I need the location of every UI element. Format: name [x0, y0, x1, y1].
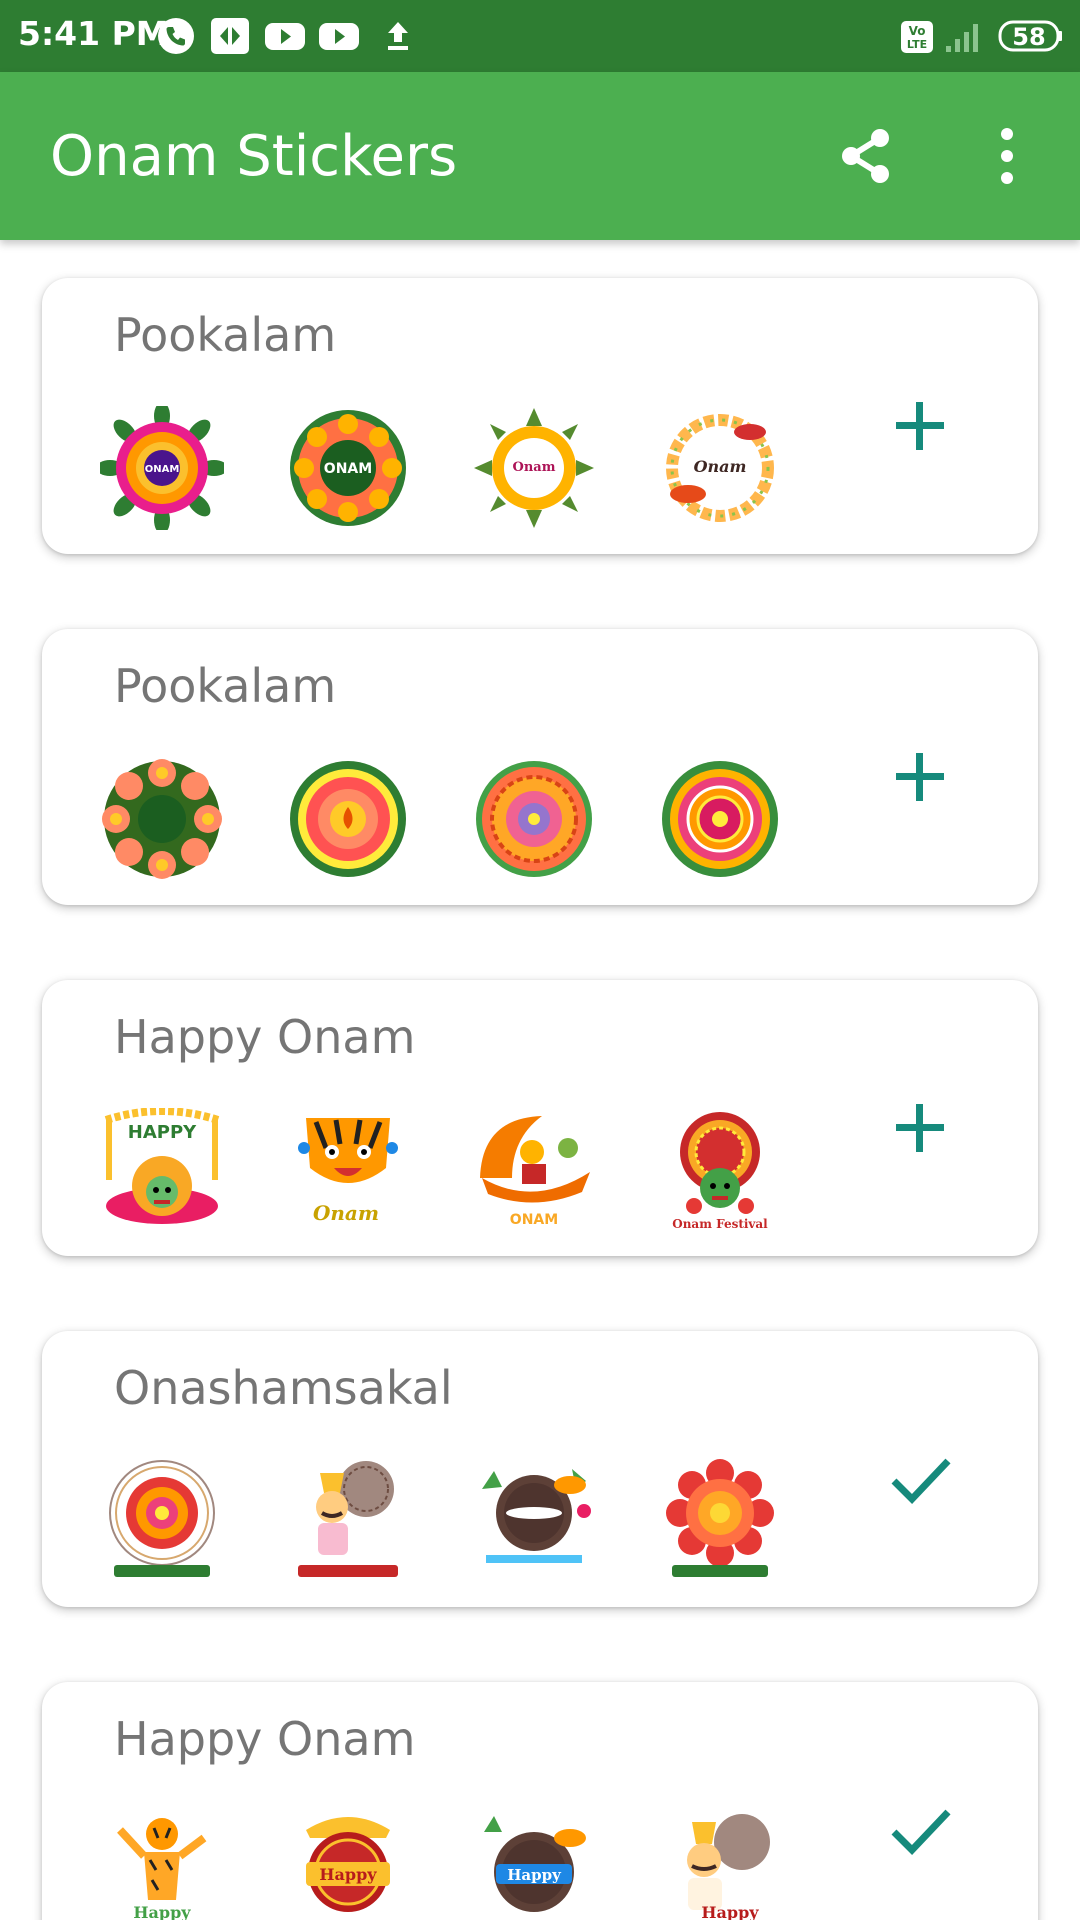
youtube-icon — [319, 23, 359, 50]
more-vert-icon[interactable] — [990, 124, 1024, 188]
happy-onam-boat-sticker: ONAM — [480, 1116, 590, 1228]
battery-icon: 58 — [998, 20, 1062, 52]
happy-onam-boat-sticker: Happy — [484, 1816, 586, 1912]
svg-text:Onam Festival: Onam Festival — [672, 1217, 768, 1231]
signal-icon — [946, 24, 978, 52]
svg-text:Onam: Onam — [694, 457, 747, 476]
svg-text:HAPPY: HAPPY — [128, 1122, 197, 1143]
happy-onam-puli-sticker: Happy — [117, 1818, 207, 1920]
onam-festival-kathakali-sticker: Onam Festival — [672, 1112, 768, 1231]
happy-onam-tiger-sticker: Onam — [298, 1118, 398, 1225]
svg-text:LTE: LTE — [907, 38, 927, 51]
pack-name: Onashamsakal — [114, 1361, 453, 1415]
pookalam-onam-festival-sticker: Onam — [474, 408, 594, 528]
pack-name: Happy Onam — [114, 1712, 416, 1766]
share-icon[interactable] — [834, 124, 898, 188]
onashamsakal-flower-sticker — [109, 1460, 215, 1577]
pack-name: Pookalam — [114, 308, 337, 362]
happy-onam-kathakali-sticker: HAPPY — [104, 1108, 220, 1224]
sticker-pack-list[interactable]: Pookalam ONAM ONAM Onam Onam Pookalam Ha… — [0, 240, 1080, 1920]
onashamsakal-maveli-sticker — [298, 1461, 398, 1577]
status-time: 5:41 PM — [18, 14, 169, 53]
svg-text:Happy: Happy — [319, 1865, 377, 1884]
onam-festival-wreath-sticker: Onam — [666, 414, 774, 522]
status-bar: 5:41 PM Vo LTE 58 — [0, 0, 1080, 72]
onashamsakal-red-flower-sticker — [666, 1459, 774, 1577]
plus-icon[interactable] — [882, 1090, 958, 1166]
svg-text:ONAM: ONAM — [324, 461, 372, 477]
pookalam-onam-sticker: ONAM — [290, 410, 406, 526]
svg-text:Happy: Happy — [133, 1903, 191, 1920]
pack-name: Happy Onam — [114, 1010, 416, 1064]
app-title: Onam Stickers — [50, 124, 458, 189]
app-bar: Onam Stickers — [0, 72, 1080, 240]
battery-level: 58 — [1012, 23, 1045, 51]
pookalam-lamp-sticker — [290, 761, 406, 877]
pookalam-pink-sticker — [662, 761, 778, 877]
svg-text:Happy: Happy — [701, 1903, 759, 1920]
youtube-icon — [265, 23, 305, 50]
plus-icon[interactable] — [882, 388, 958, 464]
pookalam-mandala-sticker — [476, 761, 592, 877]
svg-text:Onam: Onam — [513, 460, 556, 475]
svg-text:ONAM: ONAM — [510, 1212, 558, 1228]
check-icon[interactable] — [882, 1792, 958, 1868]
phone-call-icon — [158, 18, 194, 54]
onashamsakal-pot-sticker — [482, 1469, 591, 1563]
plus-icon[interactable] — [882, 739, 958, 815]
sticker-pack-card[interactable]: Happy Onam Happy Happy Happy Happy — [42, 1682, 1038, 1920]
pookalam-happy-onam-sticker: ONAM — [100, 406, 224, 530]
svg-text:Vo: Vo — [909, 24, 926, 38]
sticker-pack-card[interactable]: Pookalam — [42, 629, 1038, 905]
pookalam-flower-sticker — [102, 759, 222, 879]
app-notification-icon — [211, 18, 249, 54]
sticker-pack-card[interactable]: Onashamsakal — [42, 1331, 1038, 1607]
sticker-pack-card[interactable]: Pookalam ONAM ONAM Onam Onam — [42, 278, 1038, 554]
volte-icon: Vo LTE — [901, 21, 933, 53]
pack-name: Pookalam — [114, 659, 337, 713]
upload-icon — [388, 22, 408, 50]
svg-text:Onam: Onam — [313, 1201, 379, 1225]
happy-onam-umbrella-sticker: Happy — [306, 1817, 390, 1912]
sticker-pack-card[interactable]: Happy Onam HAPPY Onam ONAM Onam Festival — [42, 980, 1038, 1256]
svg-text:Happy: Happy — [507, 1866, 562, 1884]
happy-onam-maveli-sticker: Happy — [687, 1814, 770, 1920]
check-icon[interactable] — [882, 1441, 958, 1517]
svg-text:ONAM: ONAM — [145, 464, 180, 475]
